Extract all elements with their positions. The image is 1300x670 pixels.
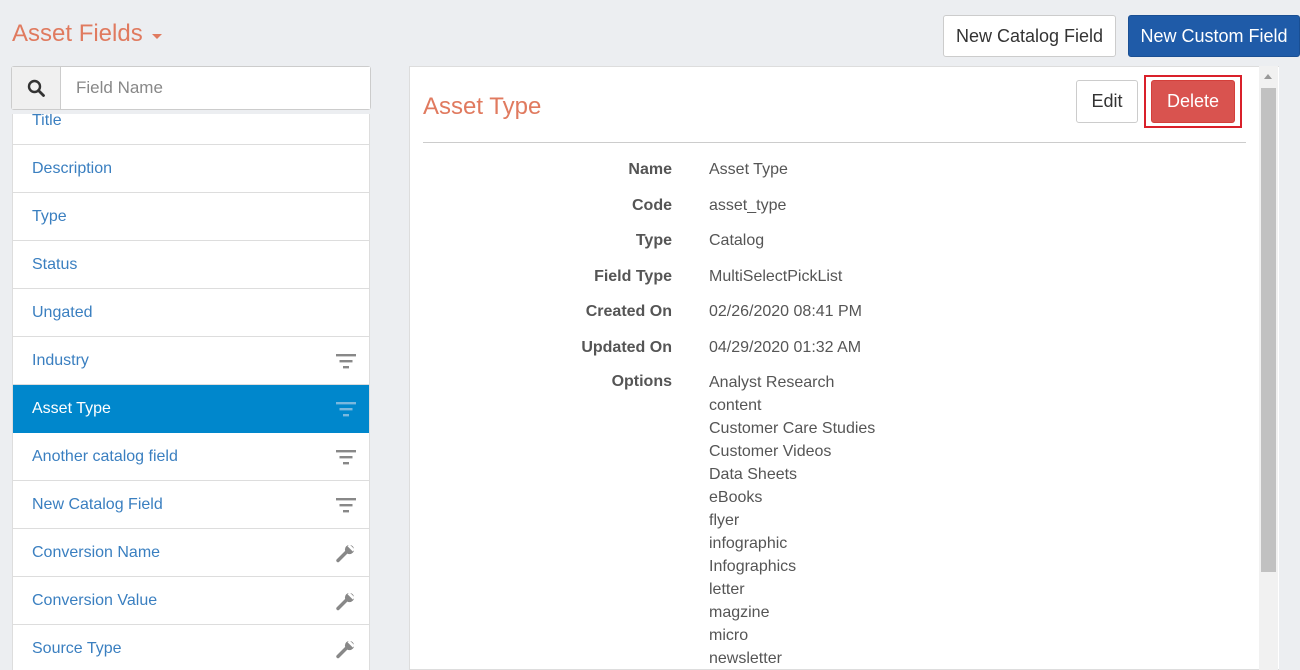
- detail-label-options: Options: [611, 373, 672, 390]
- scrollbar[interactable]: [1259, 66, 1278, 670]
- detail-value: 02/26/2020 08:41 PM: [709, 303, 863, 320]
- detail-value: MultiSelectPickList: [709, 268, 843, 285]
- field-list-item-label: Another catalog field: [32, 447, 178, 465]
- field-list-item[interactable]: Ungated: [13, 289, 369, 337]
- wrench-icon[interactable]: [335, 590, 357, 612]
- caret-down-icon: [151, 33, 162, 39]
- field-list-item[interactable]: Type: [13, 193, 369, 241]
- option-item: Infographics: [709, 558, 797, 575]
- page-title[interactable]: Asset Fields: [12, 20, 162, 48]
- detail-value: Asset Type: [709, 161, 788, 178]
- option-item: flyer: [709, 512, 740, 529]
- option-item: Customer Videos: [709, 443, 832, 460]
- detail-title: Asset Type: [423, 93, 542, 120]
- field-list-item[interactable]: Conversion Name: [13, 529, 369, 577]
- divider: [423, 142, 1246, 143]
- edit-button[interactable]: Edit: [1076, 80, 1138, 123]
- detail-label: Updated On: [581, 339, 672, 356]
- options-list: Analyst Research content Customer Care Stu…: [709, 373, 875, 670]
- field-list-item[interactable]: New Catalog Field: [13, 481, 369, 529]
- field-list-item[interactable]: Source Type: [13, 625, 369, 670]
- delete-button[interactable]: Delete: [1151, 80, 1235, 123]
- field-list-item-label: Description: [32, 159, 113, 177]
- detail-label: Type: [635, 232, 672, 249]
- scroll-thumb[interactable]: [1261, 88, 1276, 572]
- option-item: letter: [709, 581, 745, 598]
- wrench-icon[interactable]: [335, 638, 357, 660]
- field-list-item[interactable]: Industry: [13, 337, 369, 385]
- field-name-search-input[interactable]: [61, 67, 370, 109]
- filter-icon[interactable]: [335, 350, 357, 372]
- option-item: newsletter: [709, 650, 782, 667]
- option-item: eBooks: [709, 489, 763, 506]
- filter-icon[interactable]: [335, 446, 357, 468]
- detail-label: Name: [628, 161, 672, 178]
- search-box: [11, 66, 371, 110]
- field-list-item[interactable]: Status: [13, 241, 369, 289]
- detail-label: Code: [632, 197, 672, 214]
- option-item: magzine: [709, 604, 770, 621]
- option-item: Customer Care Studies: [709, 420, 876, 437]
- field-list-item[interactable]: Title: [13, 114, 369, 145]
- page-title-text: Asset Fields: [12, 20, 143, 47]
- field-list-item[interactable]: Another catalog field: [13, 433, 369, 481]
- field-list-item-label: Ungated: [32, 303, 93, 321]
- option-item: micro: [709, 627, 749, 644]
- search-icon: [27, 79, 45, 97]
- detail-value: asset_type: [709, 197, 787, 214]
- field-list-item-label: Title: [32, 114, 62, 129]
- wrench-icon[interactable]: [335, 542, 357, 564]
- detail-panel: Asset Type Edit Delete Name Asset Type Cod…: [409, 66, 1279, 670]
- detail-label: Field Type: [594, 268, 672, 285]
- search-button[interactable]: [12, 67, 61, 109]
- field-list-item-label: Conversion Name: [32, 543, 161, 561]
- new-custom-field-button[interactable]: New Custom Field: [1128, 15, 1300, 57]
- field-list-item[interactable]: Conversion Value: [13, 577, 369, 625]
- scroll-up-arrow-icon[interactable]: [1264, 74, 1272, 79]
- field-list-item-label: Conversion Value: [32, 591, 158, 609]
- detail-label: Created On: [585, 303, 672, 320]
- detail-value: 04/29/2020 01:32 AM: [709, 339, 862, 356]
- filter-icon[interactable]: [335, 398, 357, 420]
- field-list: Title Description Type Status Ungated Industr…: [12, 114, 370, 670]
- field-list-item[interactable]: Description: [13, 145, 369, 193]
- field-list-item-label: Industry: [32, 351, 89, 369]
- field-list-item-label: Asset Type: [32, 399, 111, 417]
- field-list-item-label: Status: [32, 255, 78, 273]
- option-item: Data Sheets: [709, 466, 798, 483]
- detail-value: Catalog: [709, 232, 765, 249]
- filter-icon[interactable]: [335, 494, 357, 516]
- new-catalog-field-button[interactable]: New Catalog Field: [943, 15, 1116, 57]
- option-item: content: [709, 397, 762, 414]
- field-list-item-label: Source Type: [32, 639, 122, 657]
- field-list-item-label: New Catalog Field: [32, 495, 163, 513]
- option-item: Analyst Research: [709, 374, 835, 391]
- field-list-item[interactable]: Asset Type: [13, 385, 369, 433]
- field-list-item-label: Type: [32, 207, 67, 225]
- option-item: infographic: [709, 535, 788, 552]
